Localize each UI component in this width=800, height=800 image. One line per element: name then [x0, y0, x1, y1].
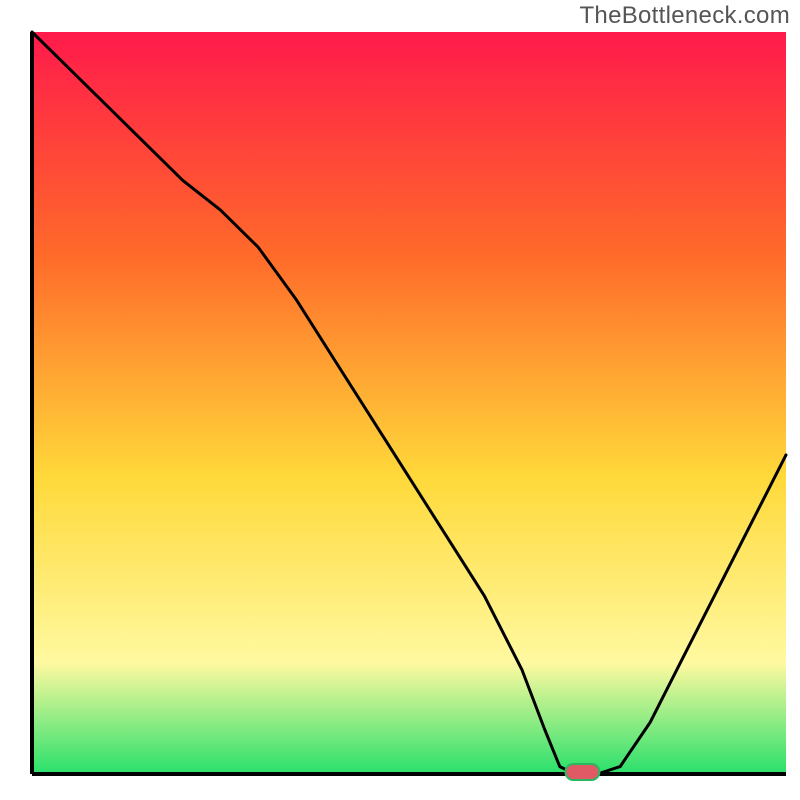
- chart-container: TheBottleneck.com: [0, 0, 800, 800]
- bottleneck-chart-svg: [0, 0, 800, 800]
- optimal-marker: [565, 764, 599, 780]
